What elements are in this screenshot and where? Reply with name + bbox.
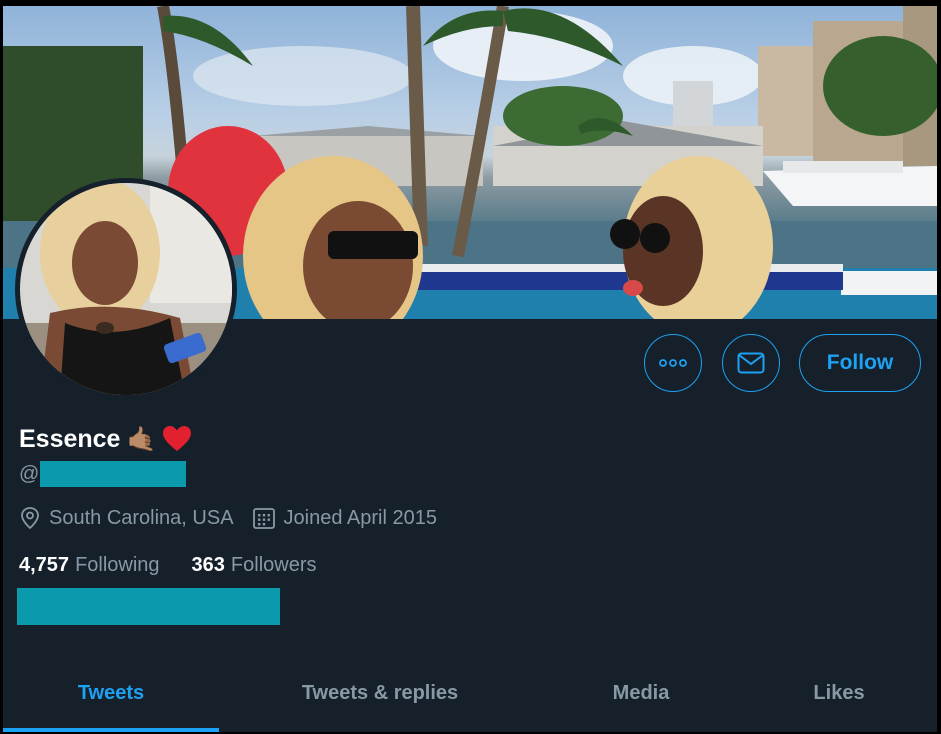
location-pin-icon — [19, 506, 41, 530]
redacted-handle — [40, 461, 187, 487]
followers-label: Followers — [230, 553, 317, 576]
profile-page: Follow Essence 🤙🏽 @ South Carolina, USA — [3, 6, 937, 732]
followers-link[interactable]: 363 Followers — [192, 554, 317, 577]
heart-emoji — [163, 426, 192, 451]
call-me-hand-emoji: 🤙🏽 — [126, 425, 157, 453]
following-label: Following — [75, 553, 160, 576]
redacted-followed-by — [17, 588, 280, 625]
calendar-icon — [252, 506, 276, 530]
followers-count: 363 — [191, 553, 225, 576]
follow-stats: 4,757 Following 363 Followers — [19, 550, 317, 580]
tab-tweets-and-replies[interactable]: Tweets & replies — [219, 658, 541, 728]
profile-meta: South Carolina, USA Joined April 2015 — [19, 503, 437, 533]
tab-tweets[interactable]: Tweets — [3, 658, 219, 732]
handle-at-symbol: @ — [19, 462, 40, 485]
location-text: South Carolina, USA — [49, 506, 234, 529]
message-button[interactable] — [722, 334, 780, 392]
name-row: Essence 🤙🏽 — [19, 419, 192, 459]
tab-media[interactable]: Media — [541, 658, 741, 728]
joined-date-text: Joined April 2015 — [283, 506, 437, 529]
following-link[interactable]: 4,757 Following — [19, 554, 160, 577]
display-name: Essence — [19, 424, 121, 453]
profile-tabs: Tweets Tweets & replies Media Likes — [3, 658, 937, 732]
handle: @ — [19, 459, 187, 489]
profile-avatar[interactable] — [15, 178, 237, 400]
tab-likes[interactable]: Likes — [741, 658, 937, 728]
more-options-button[interactable] — [644, 334, 702, 392]
more-icon — [659, 359, 687, 367]
following-count: 4,757 — [19, 553, 70, 576]
envelope-icon — [737, 352, 765, 374]
follow-button[interactable]: Follow — [799, 334, 921, 392]
